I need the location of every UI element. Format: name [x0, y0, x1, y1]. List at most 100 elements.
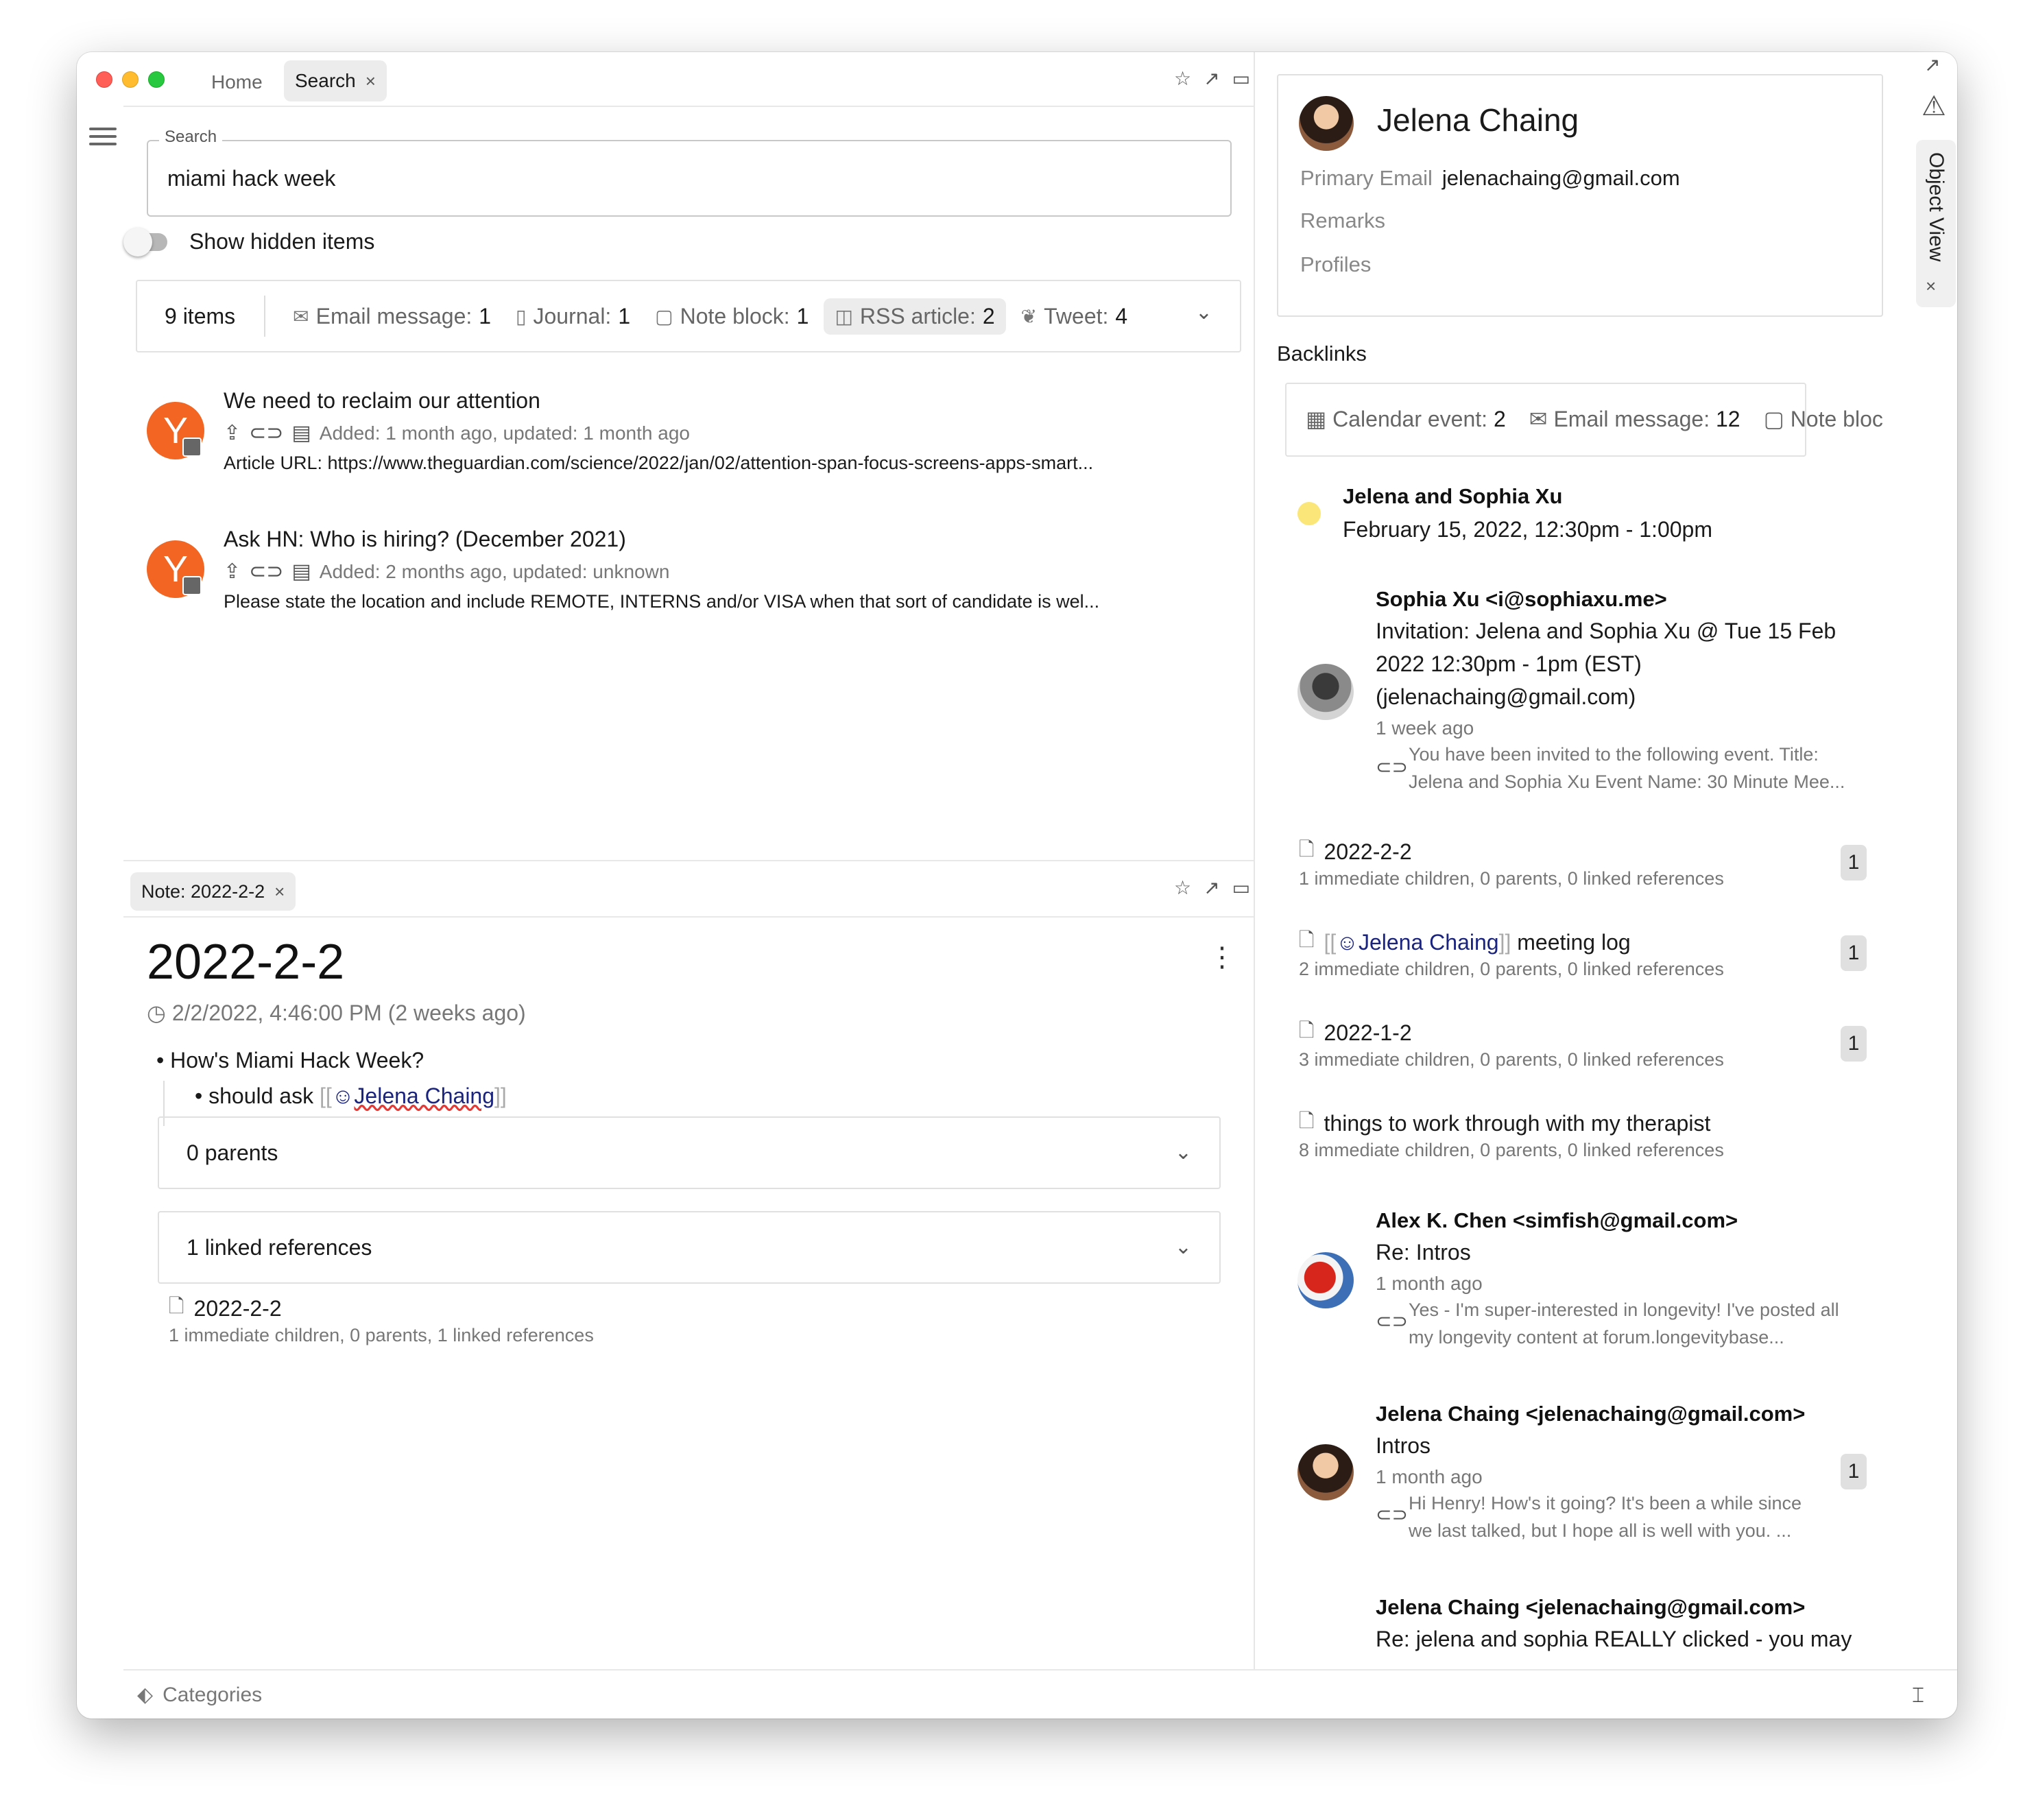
- snippet-line: You have been invited to the following e…: [1409, 744, 1819, 765]
- object-name[interactable]: Jelena Chaing: [1377, 101, 1579, 139]
- tab-close-icon[interactable]: ×: [274, 881, 285, 902]
- chevron-down-icon[interactable]: ⌄: [1175, 1118, 1192, 1188]
- filter-label: Email message:: [1553, 407, 1710, 431]
- event-title[interactable]: Jelena and Sophia Xu: [1343, 484, 1562, 509]
- bracket-close: ]]: [1498, 929, 1511, 955]
- tab-close-icon[interactable]: ×: [366, 71, 376, 91]
- tab-note[interactable]: Note: 2022-2-2 ×: [130, 872, 296, 911]
- snippet-line: Hi Henry! How's it going? It's been a wh…: [1409, 1493, 1802, 1513]
- upload-icon[interactable]: ⇪: [224, 560, 241, 584]
- document-icon[interactable]: ▤: [291, 421, 311, 445]
- filter-label: Note bloc: [1790, 407, 1883, 431]
- menu-icon[interactable]: [89, 128, 117, 147]
- minimize-window-button[interactable]: [122, 71, 139, 88]
- rss-icon: ◫: [835, 305, 853, 327]
- snippet-line: Jelena and Sophia Xu Event Name: 30 Minu…: [1409, 771, 1845, 792]
- email-subject[interactable]: Re: Intros: [1376, 1240, 1471, 1265]
- tab-search[interactable]: Search ×: [284, 60, 387, 101]
- backlink-note[interactable]: 🗋 2022-2-2: [1299, 835, 1412, 868]
- pane-divider[interactable]: [1254, 52, 1255, 1671]
- tab-home[interactable]: Home: [206, 69, 268, 96]
- note-bullet[interactable]: • How's Miami Hack Week?: [156, 1048, 424, 1073]
- twitter-icon: ❦: [1020, 305, 1038, 327]
- toggle-knob[interactable]: [123, 228, 152, 256]
- email-snippet: You have been invited to the following e…: [1409, 741, 1845, 795]
- open-external-icon[interactable]: ↗: [1204, 67, 1219, 90]
- result-description: Please state the location and include RE…: [224, 591, 1100, 612]
- zoom-window-button[interactable]: [148, 71, 165, 88]
- link-icon[interactable]: ⊂⊃: [249, 560, 283, 584]
- profiles-field[interactable]: Profiles: [1300, 252, 1371, 277]
- result-count: 9 items: [165, 296, 266, 337]
- primary-email-field[interactable]: Primary Email jelenachaing@gmail.com: [1300, 166, 1680, 191]
- categories-bar[interactable]: ⬖ Categories: [137, 1683, 262, 1707]
- result-avatar: Y: [147, 402, 204, 459]
- note-title-text: 2022-2-2: [1324, 839, 1412, 864]
- link-icon[interactable]: ⊂⊃: [249, 421, 283, 445]
- parents-accordion[interactable]: 0 parents ⌄: [158, 1116, 1221, 1189]
- open-external-icon[interactable]: ↗: [1204, 876, 1219, 899]
- filter-email[interactable]: ✉ Email message: 1: [293, 304, 491, 329]
- email-subject[interactable]: Re: jelena and sophia REALLY clicked - y…: [1376, 1627, 1852, 1652]
- email-from[interactable]: Jelena Chaing <jelenachaing@gmail.com>: [1376, 1595, 1805, 1620]
- note-title[interactable]: 2022-2-2: [147, 934, 344, 990]
- note-bullet-child[interactable]: • should ask [[☺Jelena Chaing]]: [195, 1083, 507, 1109]
- backlink-note[interactable]: 🗋 things to work through with my therapis…: [1299, 1107, 1710, 1140]
- field-value[interactable]: jelenachaing@gmail.com: [1442, 166, 1680, 190]
- star-icon[interactable]: ☆: [1174, 876, 1191, 899]
- email-subject[interactable]: (jelenachaing@gmail.com): [1376, 684, 1636, 710]
- document-icon[interactable]: ▤: [291, 560, 311, 584]
- filter-note-block[interactable]: ▢ Note block: 1: [655, 304, 809, 329]
- backlinks-chips: ▦ Calendar event: 2 ✉ Email message: 12 …: [1306, 406, 1883, 432]
- text-format-icon[interactable]: ⌶: [1912, 1684, 1924, 1708]
- filter-rss-article[interactable]: ◫ RSS article: 2: [824, 298, 1006, 335]
- email-from[interactable]: Jelena Chaing <jelenachaing@gmail.com>: [1376, 1402, 1805, 1426]
- person-link[interactable]: Jelena Chaing: [1359, 930, 1499, 955]
- filter-label: RSS article:: [859, 303, 976, 328]
- email-subject[interactable]: Invitation: Jelena and Sophia Xu @ Tue 1…: [1376, 619, 1836, 644]
- chevron-down-icon[interactable]: ⌄: [1195, 300, 1212, 324]
- type-filter-bar: 9 items ✉ Email message: 1 ▯ Journal: 1 ▢ Not…: [136, 280, 1241, 352]
- email-from[interactable]: Sophia Xu <i@sophiaxu.me>: [1376, 587, 1667, 612]
- bullet-text: How's Miami Hack Week?: [170, 1048, 424, 1073]
- email-from[interactable]: Alex K. Chen <simfish@gmail.com>: [1376, 1208, 1738, 1233]
- open-external-icon[interactable]: ↗: [1924, 53, 1940, 76]
- more-options-icon[interactable]: ⋮: [1208, 944, 1236, 971]
- maximize-icon[interactable]: ▭: [1232, 67, 1250, 90]
- accordion-label: 0 parents: [187, 1140, 278, 1165]
- result-title[interactable]: Ask HN: Who is hiring? (December 2021): [224, 527, 626, 552]
- upload-icon[interactable]: ⇪: [224, 421, 241, 445]
- search-label: Search: [159, 128, 223, 147]
- count-badge: 1: [1841, 935, 1867, 971]
- person-link[interactable]: Jelena Chaing: [354, 1083, 494, 1108]
- star-icon[interactable]: ☆: [1174, 67, 1191, 90]
- backlink-note[interactable]: 🗋 2022-1-2: [1299, 1016, 1412, 1049]
- result-title[interactable]: We need to reclaim our attention: [224, 388, 540, 414]
- avatar: [1299, 96, 1354, 151]
- note-sub: 1 immediate children, 0 parents, 0 linke…: [1299, 868, 1724, 889]
- email-subject[interactable]: 2022 12:30pm - 1pm (EST): [1376, 651, 1642, 677]
- remarks-field[interactable]: Remarks: [1300, 208, 1385, 233]
- linked-references-accordion[interactable]: 1 linked references ⌄: [158, 1211, 1221, 1284]
- pane-split-divider[interactable]: [123, 860, 1254, 861]
- filter-email-message[interactable]: ✉ Email message: 12: [1529, 406, 1740, 432]
- filter-note-block[interactable]: ▢ Note bloc: [1764, 406, 1883, 432]
- backlink-note[interactable]: 🗋 [[☺Jelena Chaing]] meeting log: [1299, 926, 1631, 959]
- note-icon: ▢: [1763, 407, 1791, 431]
- close-window-button[interactable]: [96, 71, 112, 88]
- chevron-down-icon[interactable]: ⌄: [1175, 1212, 1192, 1282]
- email-subject[interactable]: Intros: [1376, 1433, 1431, 1459]
- filter-count: 4: [1115, 303, 1128, 328]
- filter-tweet[interactable]: ❦ Tweet: 4: [1021, 304, 1128, 329]
- filter-journal[interactable]: ▯ Journal: 1: [516, 304, 630, 329]
- filter-label: Journal:: [533, 303, 612, 328]
- warning-icon[interactable]: ⚠: [1922, 91, 1946, 122]
- search-value[interactable]: miami hack week: [167, 166, 335, 191]
- filter-calendar-event[interactable]: ▦ Calendar event: 2: [1306, 406, 1506, 432]
- filter-count: 1: [479, 303, 492, 328]
- note-tab-divider: [123, 916, 1254, 918]
- reference-title[interactable]: 🗋 2022-2-2: [169, 1292, 282, 1325]
- maximize-icon[interactable]: ▭: [1232, 876, 1250, 899]
- link-icon: ⊂⊃: [1376, 1504, 1408, 1525]
- close-icon[interactable]: ×: [1926, 276, 1936, 297]
